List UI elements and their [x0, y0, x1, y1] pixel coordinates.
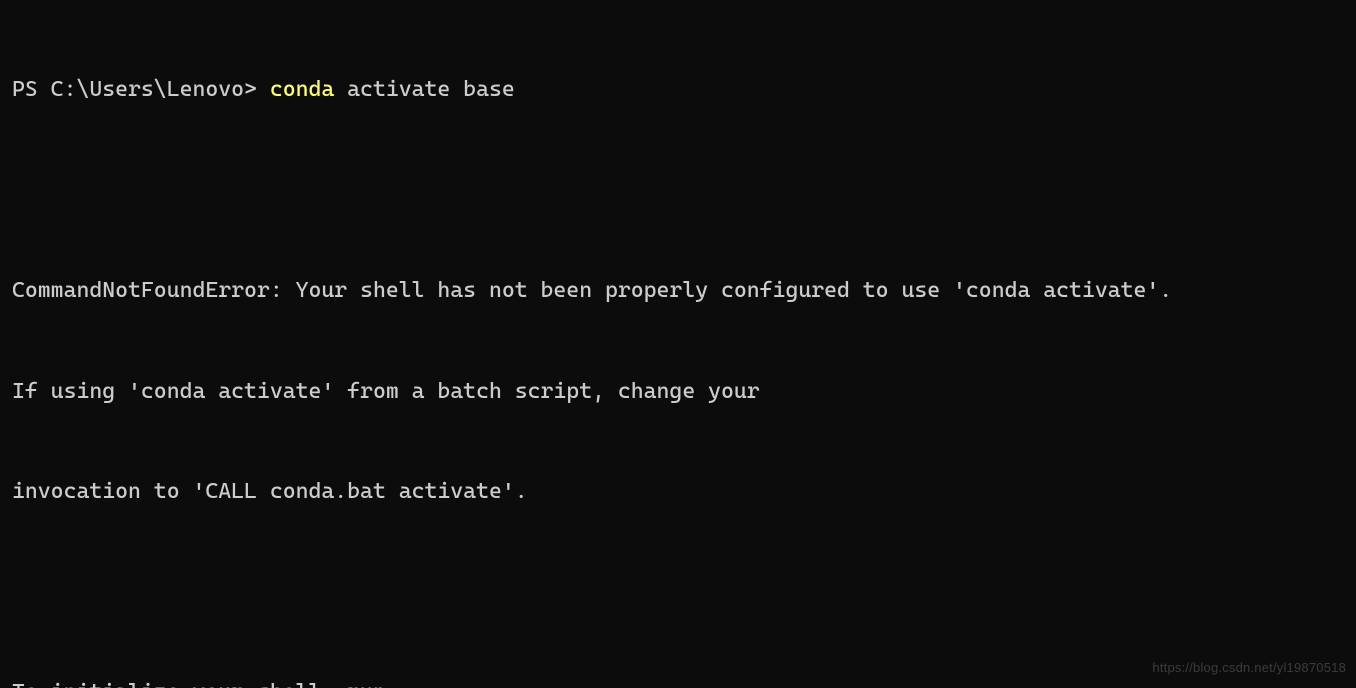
command-highlighted: conda	[270, 77, 334, 102]
output-line	[12, 174, 1344, 208]
prompt-line: PS C:\Users\Lenovo> conda activate base	[12, 73, 1344, 107]
output-line: If using 'conda activate' from a batch s…	[12, 375, 1344, 409]
output-line: invocation to 'CALL conda.bat activate'.	[12, 475, 1344, 509]
command-rest: activate base	[334, 77, 514, 102]
output-line: To initialize your shell, run	[12, 676, 1344, 688]
terminal-output[interactable]: PS C:\Users\Lenovo> conda activate base …	[0, 0, 1356, 688]
output-line	[12, 576, 1344, 610]
ps-prompt: PS C:\Users\Lenovo>	[12, 77, 270, 102]
output-line: CommandNotFoundError: Your shell has not…	[12, 274, 1344, 308]
